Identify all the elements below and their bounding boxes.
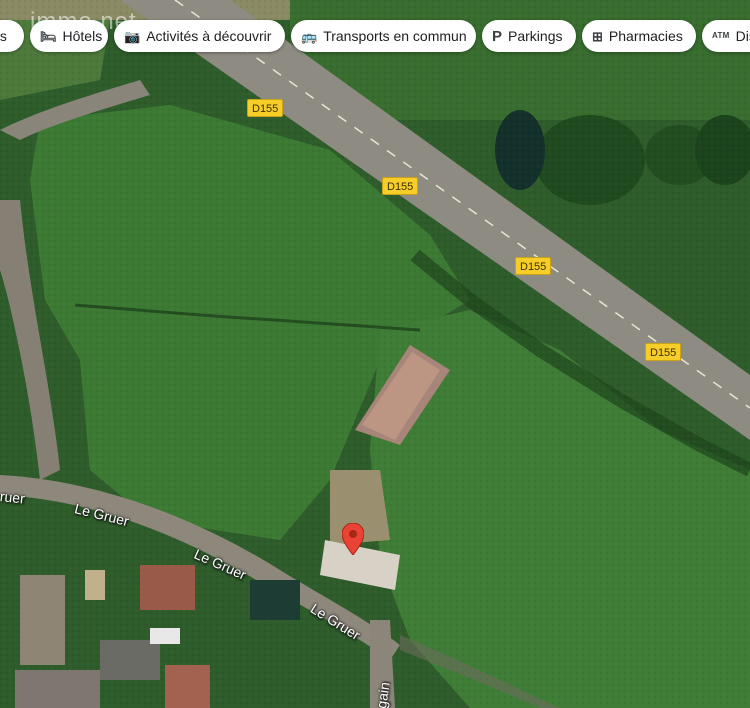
chip-partial-label: ts	[0, 28, 7, 44]
chip-hotels-label: Hôtels	[62, 28, 103, 44]
category-chips-bar: ts 🛏 Hôtels 📷 Activités à découvrir 🚌 Tr…	[0, 20, 750, 52]
chip-transit[interactable]: 🚌 Transports en commun	[291, 20, 476, 52]
chip-distributeurs[interactable]: ATM Dis	[702, 20, 750, 52]
chip-activities-label: Activités à découvrir	[146, 28, 272, 44]
chip-pharmacies[interactable]: ⊞ Pharmacies	[582, 20, 696, 52]
camera-icon: 📷	[124, 28, 141, 44]
chip-partial[interactable]: ts	[0, 20, 24, 52]
street-label-partial: ruer	[0, 488, 26, 507]
road-shield-d155: D155	[382, 177, 419, 195]
chip-parkings-label: Parkings	[508, 28, 563, 44]
bed-icon: 🛏	[40, 28, 57, 44]
location-pin-icon[interactable]	[342, 523, 364, 555]
chip-pharmacies-label: Pharmacies	[608, 28, 683, 44]
bus-icon: 🚌	[301, 28, 318, 44]
chip-parkings[interactable]: P Parkings	[482, 20, 576, 52]
chip-transit-label: Transports en commun	[323, 28, 467, 44]
street-label-partial-vertical: egain	[372, 680, 393, 708]
road-shield-d155: D155	[247, 99, 284, 117]
road-shield-d155: D155	[515, 257, 552, 275]
parking-icon: P	[492, 27, 503, 45]
road-shield-d155: D155	[645, 343, 682, 361]
chip-activities[interactable]: 📷 Activités à découvrir	[114, 20, 285, 52]
satellite-imagery	[0, 0, 750, 708]
satellite-map[interactable]: immo.net ts 🛏 Hôtels 📷 Activités à décou…	[0, 0, 750, 708]
atm-icon: ATM	[712, 31, 730, 40]
chip-hotels[interactable]: 🛏 Hôtels	[30, 20, 108, 52]
pharmacy-icon: ⊞	[592, 28, 603, 44]
chip-distributeurs-label: Dis	[735, 28, 750, 44]
